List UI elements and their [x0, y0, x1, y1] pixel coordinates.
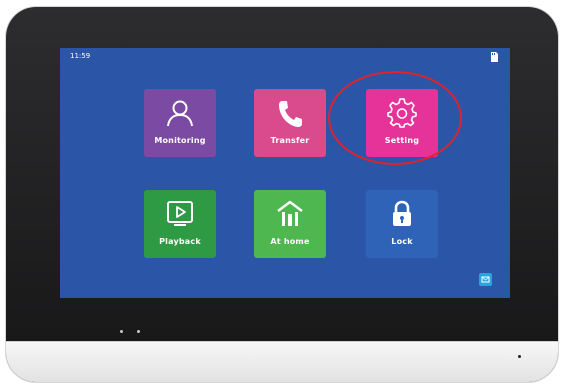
lock-label: Lock — [391, 237, 413, 246]
home-icon — [277, 200, 303, 226]
at-home-tile[interactable]: At home — [254, 190, 326, 258]
monitoring-label: Monitoring — [154, 136, 206, 145]
lock-tile[interactable]: Lock — [366, 190, 438, 258]
highlight-circle — [328, 71, 462, 165]
transfer-tile[interactable]: Transfer — [254, 89, 326, 157]
playback-tile[interactable]: Playback — [144, 190, 216, 258]
lock-icon — [393, 200, 411, 226]
user-icon — [167, 100, 193, 127]
indicator-led — [120, 330, 123, 333]
phone-icon — [279, 101, 302, 127]
play-icon — [167, 201, 193, 226]
messages-button[interactable] — [479, 273, 492, 286]
playback-label: Playback — [159, 237, 201, 246]
microphone-hole — [518, 355, 521, 358]
at-home-label: At home — [270, 237, 310, 246]
monitoring-tile[interactable]: Monitoring — [144, 89, 216, 157]
message-icon — [481, 276, 490, 283]
sd-card-icon — [491, 52, 498, 62]
clock-time: 11:59 — [70, 52, 91, 60]
intercom-device: 11:59 Monitoring Transfer Setting Playba… — [6, 7, 558, 382]
transfer-label: Transfer — [270, 136, 310, 145]
indicator-led — [137, 330, 140, 333]
bottom-bezel — [6, 341, 558, 382]
